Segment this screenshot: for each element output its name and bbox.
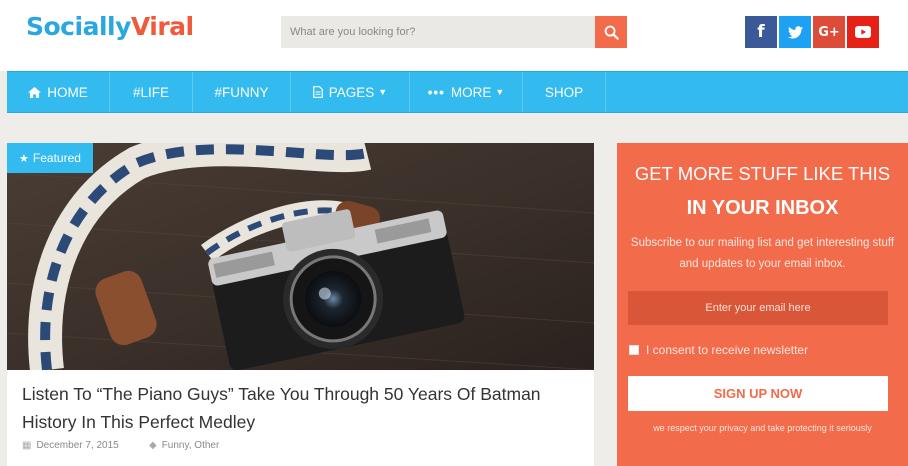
twitter-icon	[787, 25, 803, 38]
nav-label-pages: PAGES	[328, 84, 375, 100]
featured-badge-label: Featured	[32, 151, 81, 165]
nav-label-funny: #FUNNY	[214, 84, 269, 100]
newsletter-heading-line2: IN YOUR INBOX	[686, 197, 839, 219]
facebook-button[interactable]: f	[745, 16, 777, 48]
nav-item-more[interactable]: ••• MORE ▼	[410, 72, 523, 112]
nav-item-life[interactable]: #LIFE	[110, 72, 193, 112]
ellipsis-icon: •••	[427, 84, 445, 100]
home-icon	[28, 86, 42, 98]
newsletter-description: Subscribe to our mailing list and get in…	[630, 237, 895, 270]
search-icon	[604, 25, 619, 40]
nav-label-home: HOME	[47, 84, 88, 100]
nav-item-pages[interactable]: PAGES ▼	[291, 72, 410, 112]
search-form	[281, 16, 627, 48]
facebook-icon: f	[757, 22, 765, 42]
tag-icon: ◆	[149, 440, 157, 451]
star-icon: ★	[19, 152, 29, 165]
youtube-icon	[855, 26, 871, 38]
newsletter-heading-line1: GET MORE STUFF LIKE THIS	[634, 163, 891, 184]
logo-text-socially: Socially	[26, 12, 131, 41]
camera-photo	[7, 143, 594, 370]
main-nav: HOME #LIFE #FUNNY PAGES ▼ ••• MORE ▼ SHO…	[7, 71, 908, 113]
newsletter-widget: GET MORE STUFF LIKE THIS IN YOUR INBOX S…	[617, 143, 908, 466]
newsletter-consent[interactable]: I consent to receive newsletter	[629, 343, 808, 357]
nav-item-shop[interactable]: SHOP	[523, 72, 606, 112]
twitter-button[interactable]	[779, 16, 811, 48]
post-categories: ◆ Funny, Other	[149, 440, 219, 451]
nav-label-shop: SHOP	[544, 84, 584, 100]
nav-label-more: MORE	[450, 84, 492, 100]
post-categories-text[interactable]: Funny, Other	[162, 440, 220, 451]
nav-label-life: #LIFE	[132, 84, 170, 100]
consent-label: I consent to receive newsletter	[646, 343, 809, 357]
logo-text-viral: Viral	[130, 12, 194, 41]
google-plus-button[interactable]: G+	[813, 16, 845, 48]
signup-button[interactable]: SIGN UP NOW	[628, 376, 888, 411]
site-logo[interactable]: SociallyViral	[26, 12, 194, 41]
youtube-button[interactable]	[847, 16, 879, 48]
nav-item-funny[interactable]: #FUNNY	[193, 72, 291, 112]
site-header: SociallyViral f G+	[0, 0, 908, 71]
post-date-text: December 7, 2015	[36, 440, 119, 451]
caret-down-icon: ▼	[378, 87, 388, 97]
calendar-icon: ▦	[22, 440, 32, 451]
caret-down-icon: ▼	[495, 87, 505, 97]
featured-image[interactable]	[7, 143, 594, 370]
file-icon	[312, 86, 323, 98]
search-button[interactable]	[595, 16, 627, 48]
featured-post-card: Listen To “The Piano Guys” Take You Thro…	[7, 370, 594, 466]
privacy-note: we respect your privacy and take protect…	[653, 423, 872, 433]
post-date: ▦ December 7, 2015	[22, 440, 119, 451]
featured-badge: ★ Featured	[7, 143, 93, 173]
newsletter-email-input[interactable]	[628, 291, 888, 325]
search-input[interactable]	[281, 16, 595, 48]
nav-item-home[interactable]: HOME	[7, 72, 110, 112]
google-plus-icon: G+	[818, 24, 840, 40]
post-title[interactable]: Listen To “The Piano Guys” Take You Thro…	[22, 380, 582, 436]
consent-checkbox[interactable]	[629, 345, 639, 355]
